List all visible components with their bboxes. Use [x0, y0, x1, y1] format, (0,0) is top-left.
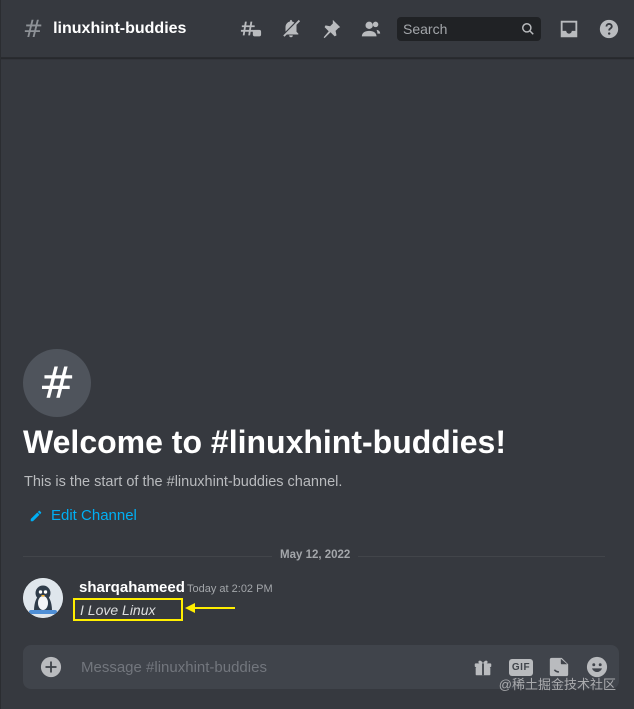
plus-circle-icon: [40, 656, 62, 678]
avatar[interactable]: [23, 578, 63, 618]
welcome-title: Welcome to #linuxhint-buddies!: [23, 424, 506, 460]
threads-icon[interactable]: [239, 17, 263, 41]
welcome-subtitle: This is the start of the #linuxhint-budd…: [24, 474, 343, 490]
message-timestamp: Today at 2:02 PM: [187, 583, 273, 595]
add-attachment-button[interactable]: [39, 655, 63, 679]
channel-header: # linuxhint-buddies: [1, 0, 634, 58]
edit-channel-label: Edit Channel: [51, 507, 137, 524]
edit-channel-link[interactable]: Edit Channel: [29, 507, 137, 524]
search-input[interactable]: [403, 20, 521, 37]
search-icon: [521, 22, 535, 36]
message-author[interactable]: sharqahameed: [79, 579, 185, 596]
message-content: I Love Linux: [73, 598, 183, 621]
watermark: @稀土掘金技术社区: [498, 677, 616, 692]
member-list-icon[interactable]: [359, 17, 383, 41]
gift-icon[interactable]: [471, 655, 495, 679]
help-icon[interactable]: [597, 17, 621, 41]
message-input[interactable]: [79, 657, 457, 677]
discord-channel-view: # linuxhint-buddies Search # Welcome to …: [0, 0, 634, 709]
penguin-avatar-icon: [23, 578, 63, 618]
gif-icon: GIF: [509, 658, 533, 676]
inbox-icon[interactable]: [557, 17, 581, 41]
channel-title: linuxhint-buddies: [53, 19, 187, 37]
pin-icon[interactable]: [319, 17, 343, 41]
search-box[interactable]: [397, 16, 541, 41]
channel-hash-avatar: #: [23, 349, 91, 417]
notification-muted-icon[interactable]: [279, 17, 303, 41]
annotation-arrow: [185, 603, 235, 613]
channel-hash-icon: #: [23, 14, 44, 43]
pencil-icon: [30, 510, 42, 521]
date-divider-label: May 12, 2022: [272, 549, 359, 561]
